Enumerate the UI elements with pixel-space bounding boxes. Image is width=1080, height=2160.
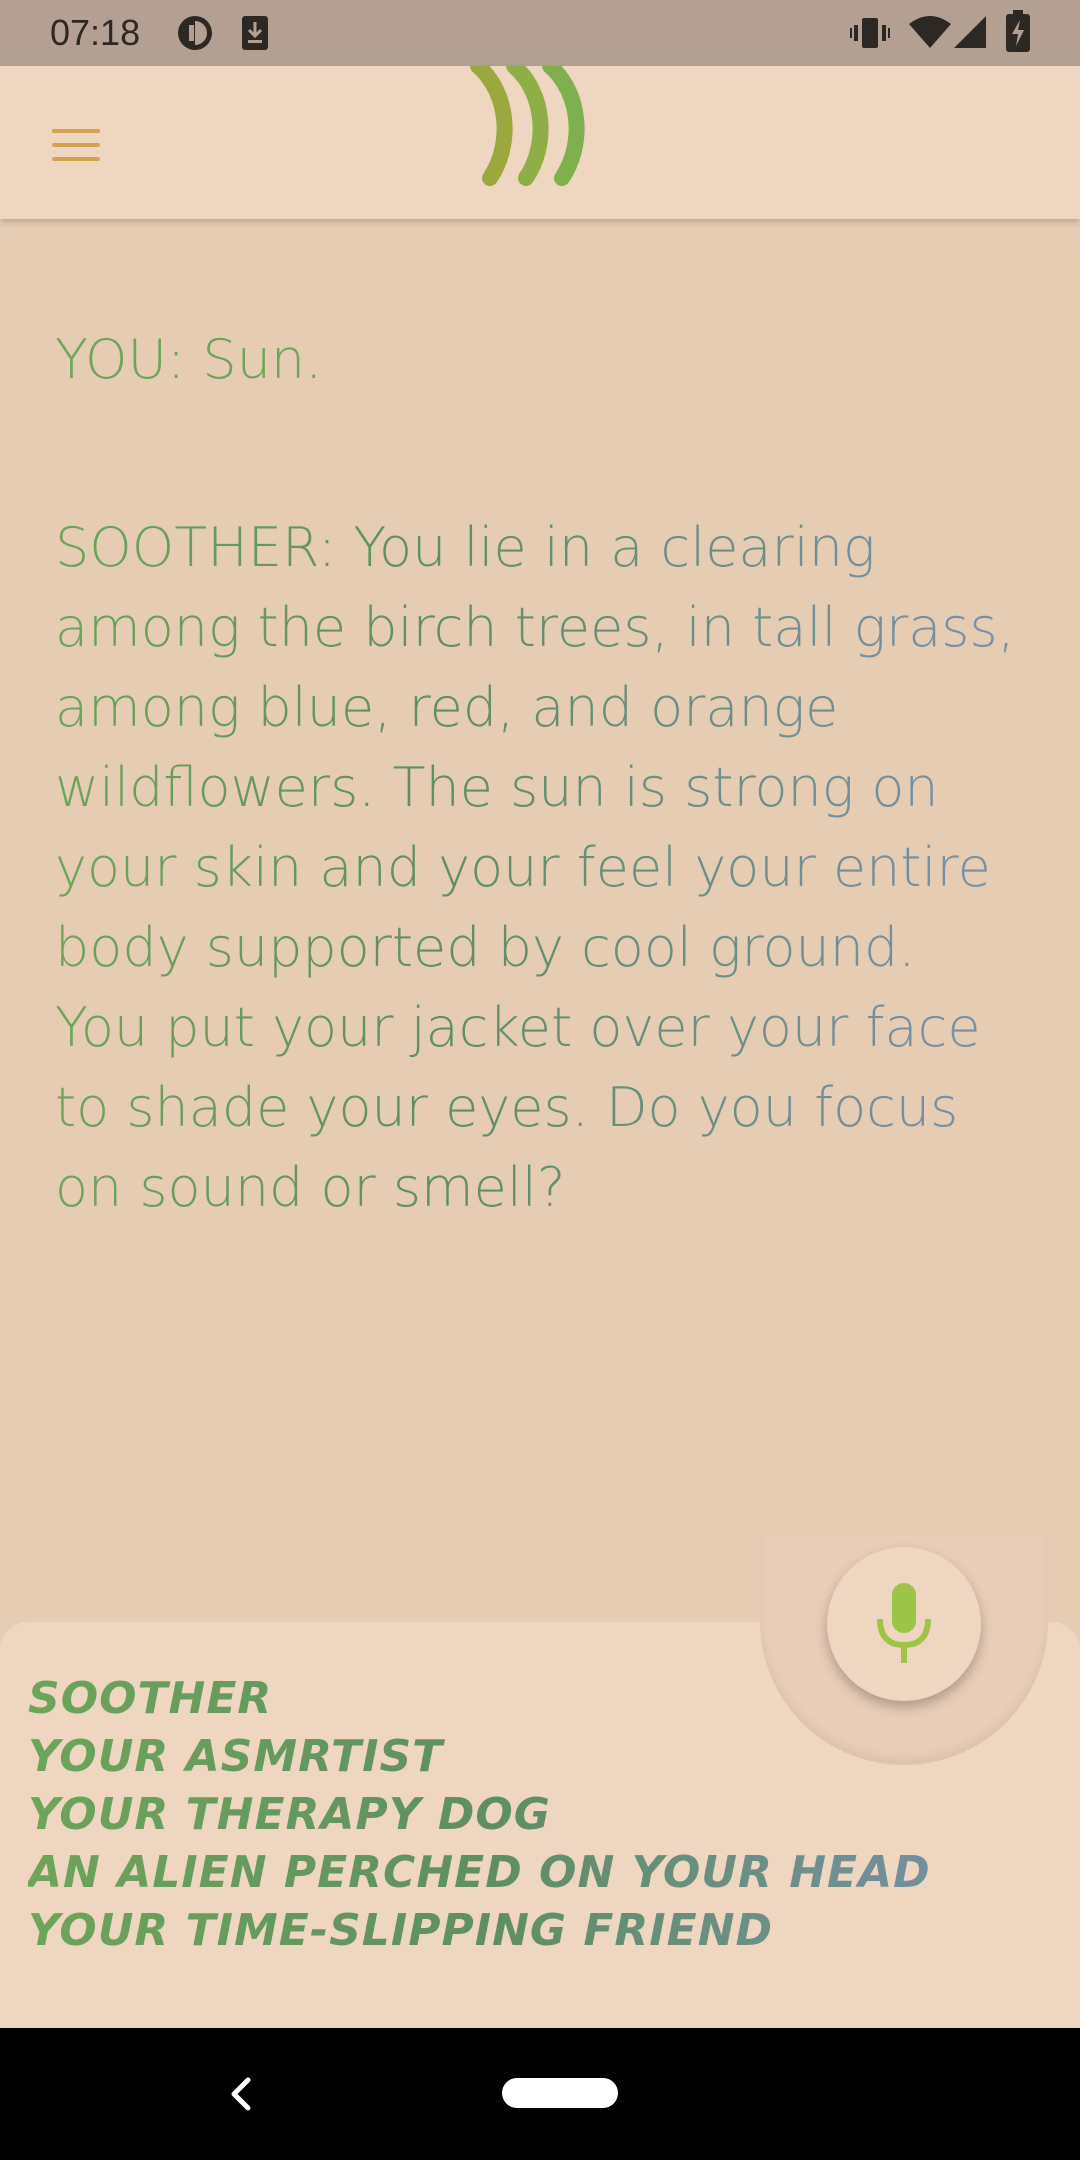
persona-time-slipping-friend[interactable]: YOUR TIME-SLIPPING FRIEND xyxy=(28,1902,1058,1960)
status-time: 07:18 xyxy=(50,12,141,53)
speaker-label: SOOTHER: xyxy=(55,516,337,579)
soother-message: SOOTHER: You lie in a clearing among the… xyxy=(55,508,1015,1228)
home-pill-icon[interactable] xyxy=(502,2078,618,2108)
wifi-icon xyxy=(908,14,952,54)
conversation: YOU: Sun. SOOTHER: You lie in a clearing… xyxy=(55,320,1015,1228)
persona-alien[interactable]: AN ALIEN PERCHED ON YOUR HEAD xyxy=(28,1844,1058,1902)
battery-charging-icon xyxy=(1006,10,1030,56)
navigation-bar xyxy=(0,2028,1080,2160)
hamburger-menu-icon[interactable] xyxy=(44,120,108,170)
message-text: You lie in a clearing among the birch tr… xyxy=(55,516,1015,1219)
signal-icon xyxy=(952,14,988,54)
privacy-indicator-icon xyxy=(176,14,214,56)
back-chevron-icon[interactable] xyxy=(222,2072,262,2116)
microphone-icon xyxy=(874,1583,934,1667)
persona-therapy-dog[interactable]: YOUR THERAPY DOG xyxy=(28,1786,1058,1844)
vibrate-icon xyxy=(850,16,890,54)
status-bar: 07:18 xyxy=(0,0,1080,66)
download-icon xyxy=(240,14,270,56)
app-bar xyxy=(0,58,1080,219)
persona-asmrtist[interactable]: YOUR ASMRTIST xyxy=(28,1728,1058,1786)
user-message: YOU: Sun. xyxy=(55,320,1015,400)
persona-list: SOOTHER YOUR ASMRTIST YOUR THERAPY DOG A… xyxy=(28,1670,1058,1960)
persona-soother[interactable]: SOOTHER xyxy=(28,1670,1058,1728)
speaker-label: YOU: xyxy=(55,328,186,391)
sound-waves-logo-icon xyxy=(470,58,600,186)
message-text: Sun. xyxy=(185,328,323,391)
